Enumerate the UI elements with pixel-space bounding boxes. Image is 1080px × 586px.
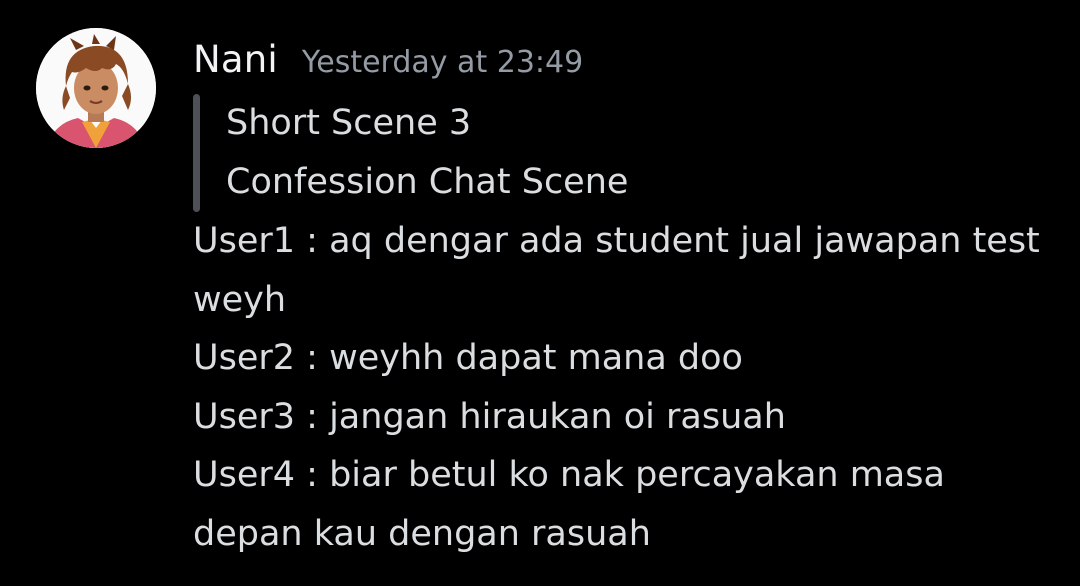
block-quote: Short Scene 3 Confession Chat Scene [193,94,1073,212]
message-line: User2 : weyhh dapat mana doo [193,338,743,378]
message-line: depan kau dengan rasuah [193,513,651,554]
user-avatar[interactable] [36,28,156,148]
avatar-illustration-icon [36,28,156,148]
message-content: Nani Yesterday at 23:49 Short Scene 3 Co… [193,38,1073,563]
chat-message: Nani Yesterday at 23:49 Short Scene 3 Co… [0,0,1080,586]
message-header: Nani Yesterday at 23:49 [193,38,1073,90]
quote-line: Confession Chat Scene [226,162,629,202]
quote-bar [193,94,200,212]
message-line: User4 : biar betul ko nak percayakan mas… [193,455,945,495]
message-line: weyh [193,279,287,320]
message-line: User1 : aq dengar ada student jual jawap… [193,221,1040,261]
message-body: User1 : aq dengar ada student jual jawap… [193,212,1073,563]
quote-line: Short Scene 3 [226,103,472,143]
message-line: User3 : jangan hiraukan oi rasuah [193,396,786,437]
author-username[interactable]: Nani [193,38,278,81]
message-timestamp[interactable]: Yesterday at 23:49 [302,45,583,80]
